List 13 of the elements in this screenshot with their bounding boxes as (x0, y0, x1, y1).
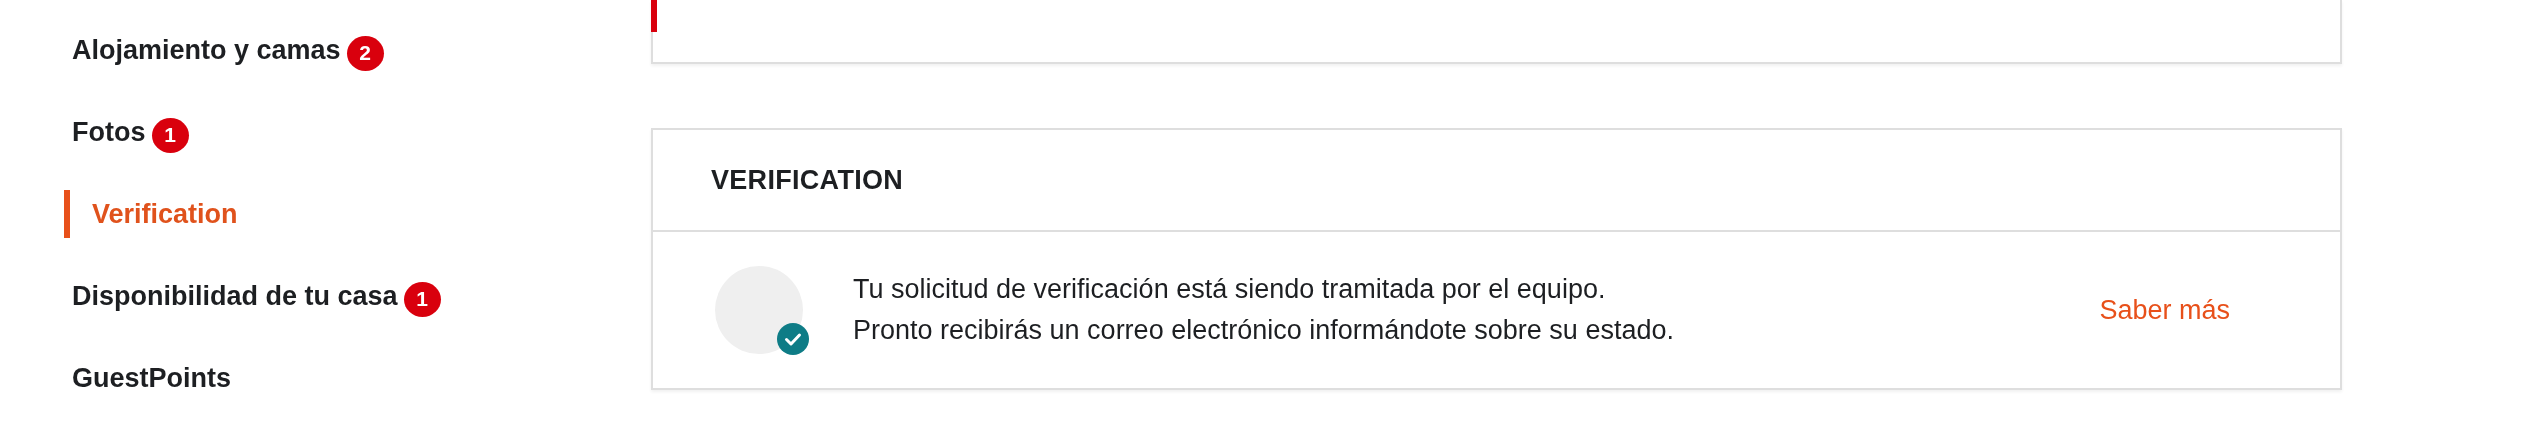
status-message: Tu solicitud de verificación está siendo tramitada por el equipo. (853, 274, 1607, 305)
count-badge: 2 (346, 35, 384, 71)
count-badge: 1 (403, 281, 441, 317)
card-title: VERIFICATION (711, 164, 904, 196)
sidebar-item[interactable]: Fotos 1 (64, 91, 189, 173)
sidebar-item[interactable]: GuestPoints (64, 337, 232, 419)
sidebar-item[interactable]: Verification (64, 173, 238, 255)
learn-more-link[interactable]: Saber más (2099, 294, 2230, 326)
sidebar-item[interactable]: Alojamiento y camas 2 (64, 9, 384, 91)
status-message: Pronto recibirás un correo electrónico informándote sobre su estado. (853, 315, 1675, 346)
count-badge: 1 (151, 117, 189, 153)
sidebar-item[interactable]: Disponibilidad de tu casa 1 (64, 255, 441, 337)
accent-bar (651, 0, 657, 32)
